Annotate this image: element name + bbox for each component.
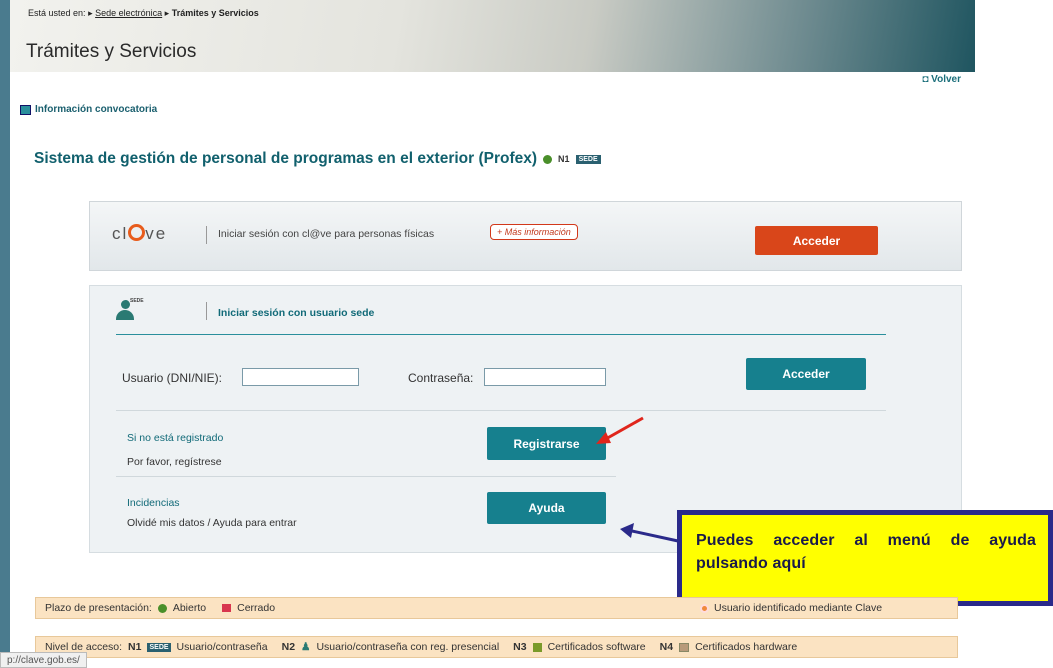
divider xyxy=(206,226,207,244)
contrasena-input[interactable] xyxy=(484,368,606,386)
sede-acceder-button[interactable]: Acceder xyxy=(746,358,866,390)
registro-title: Si no está registrado xyxy=(127,432,224,444)
breadcrumb-prefix: Está usted en: xyxy=(28,8,86,18)
nivel-legend-bar: Nivel de acceso: N1 SEDE Usuario/contras… xyxy=(35,636,958,658)
clave-login-panel: cl ve Iniciar sesión con cl@ve para perso… xyxy=(89,201,962,271)
n2-text: Usuario/contraseña con reg. presencial xyxy=(316,641,500,653)
breadcrumb-arrow-icon: ▸ xyxy=(164,8,170,18)
n3-text: Certificados software xyxy=(547,641,646,653)
info-convocatoria-link[interactable]: Información convocatoria xyxy=(20,104,157,115)
clave-user-label: Usuario identificado mediante Clave xyxy=(714,602,883,614)
clave-logo: cl ve xyxy=(112,224,168,243)
n4-label: N4 xyxy=(659,641,674,653)
abierto-icon xyxy=(157,603,167,613)
n1-label: N1 xyxy=(128,641,142,653)
divider xyxy=(116,476,616,477)
n3-label: N3 xyxy=(513,641,527,653)
ayuda-button[interactable]: Ayuda xyxy=(487,492,606,524)
cerrado-icon xyxy=(222,604,232,612)
divider xyxy=(116,334,886,335)
plazo-legend-bar: Plazo de presentación: Abierto Cerrado U… xyxy=(35,597,958,619)
divider xyxy=(206,302,207,320)
certificate-hardware-icon xyxy=(679,642,690,652)
help-callout: Puedes acceder al menú de ayuda pulsando… xyxy=(677,510,1053,606)
status-bar-url: p://clave.gob.es/ xyxy=(0,652,87,668)
clave-user-icon xyxy=(700,603,709,613)
usuario-input[interactable] xyxy=(242,368,359,386)
clave-login-text: Iniciar sesión con cl@ve para personas f… xyxy=(218,228,435,240)
cerrado-label: Cerrado xyxy=(237,602,276,614)
system-title-text: Sistema de gestión de personal de progra… xyxy=(34,150,538,167)
sede-badge-icon: SEDE xyxy=(147,642,171,652)
volver-label: Volver xyxy=(931,74,961,85)
n2-label: N2 xyxy=(281,641,296,653)
system-title: Sistema de gestión de personal de progra… xyxy=(34,150,601,168)
n1-text: Usuario/contraseña xyxy=(176,641,268,653)
registro-subtitle: Por favor, regístrese xyxy=(127,456,222,468)
access-level: N1 xyxy=(558,154,570,164)
page-header: Está usted en: ▸ Sede electrónica ▸ Trám… xyxy=(10,0,975,72)
info-icon xyxy=(20,104,31,115)
incidencias-title: Incidencias xyxy=(127,497,180,509)
help-callout-text: Puedes acceder al menú de ayuda pulsando… xyxy=(682,515,1048,601)
info-link-label: Información convocatoria xyxy=(35,104,158,115)
sede-login-title: Iniciar sesión con usuario sede xyxy=(218,307,375,319)
plazo-label: Plazo de presentación: xyxy=(45,602,152,614)
usuario-label: Usuario (DNI/NIE): xyxy=(122,371,223,385)
incidencias-subtitle: Olvidé mis datos / Ayuda para entrar xyxy=(127,517,297,529)
left-accent-bar xyxy=(0,0,10,668)
certificate-software-icon xyxy=(532,642,542,652)
back-icon: ◘ xyxy=(922,74,929,85)
page-title: Trámites y Servicios xyxy=(26,41,197,62)
divider xyxy=(116,410,886,411)
person-icon: ♟ xyxy=(301,641,311,653)
clave-acceder-button[interactable]: Acceder xyxy=(755,226,878,255)
registrarse-button[interactable]: Registrarse xyxy=(487,427,606,460)
contrasena-label: Contraseña: xyxy=(408,371,474,385)
breadcrumb-current: Trámites y Servicios xyxy=(171,8,259,18)
breadcrumb: Está usted en: ▸ Sede electrónica ▸ Trám… xyxy=(28,8,259,19)
abierto-label: Abierto xyxy=(172,602,207,614)
clave-at-icon xyxy=(128,224,146,241)
volver-link[interactable]: ◘ Volver xyxy=(922,74,961,85)
sede-user-icon: SEDE xyxy=(116,298,144,320)
sede-badge-icon: SEDE xyxy=(575,154,601,164)
clave-user-legend: Usuario identificado mediante Clave xyxy=(700,602,882,614)
breadcrumb-link-sede[interactable]: Sede electrónica xyxy=(95,8,162,18)
n4-text: Certificados hardware xyxy=(695,641,798,653)
breadcrumb-arrow-icon: ▸ xyxy=(88,8,93,18)
open-status-icon xyxy=(543,154,553,164)
mas-informacion-button[interactable]: + Más información xyxy=(490,224,578,240)
